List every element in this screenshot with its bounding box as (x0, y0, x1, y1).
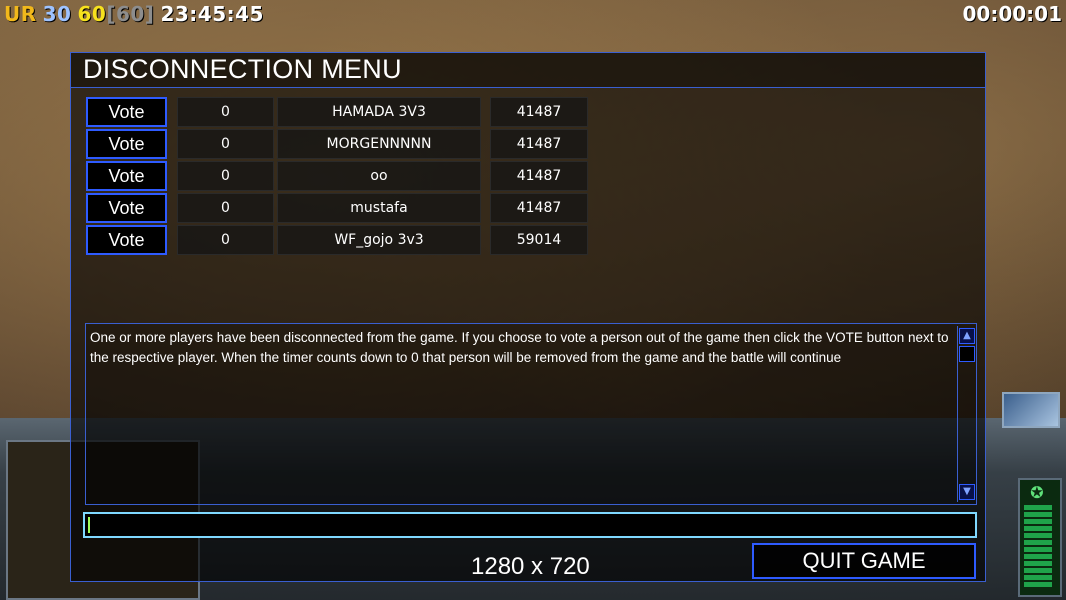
dialog-title: DISCONNECTION MENU (83, 54, 402, 84)
quit-game-button[interactable]: QUIT GAME (752, 543, 976, 579)
dialog-title-bar: DISCONNECTION MENU (71, 53, 985, 88)
message-box: One or more players have been disconnect… (85, 323, 977, 505)
satellite-icon (1002, 392, 1060, 428)
player-name: HAMADA 3V3 (277, 97, 481, 127)
chat-input[interactable] (83, 512, 977, 538)
player-name: MORGENNNNN (277, 129, 481, 159)
hud-clock: 23:45:45 (160, 2, 264, 26)
player-ping: 41487 (490, 97, 588, 127)
radar-icon: ✪ (1030, 483, 1044, 502)
hud-stats: UR 30 60[60] 23:45:45 (4, 2, 270, 26)
text-caret (88, 517, 90, 533)
resolution-label: 1280 x 720 (471, 553, 590, 580)
disconnection-dialog: DISCONNECTION MENU Vote 0 HAMADA 3V3 414… (70, 52, 986, 582)
vote-count: 0 (177, 97, 274, 127)
game-timer: 00:00:01 (962, 2, 1063, 26)
player-name: oo (277, 161, 481, 191)
player-name: WF_gojo 3v3 (277, 225, 481, 255)
vote-count: 0 (177, 161, 274, 191)
player-ping: 41487 (490, 129, 588, 159)
hud-fps-low: 30 (42, 2, 72, 26)
vote-count: 0 (177, 129, 274, 159)
vote-button[interactable]: Vote (86, 193, 167, 223)
hud-rank: UR (4, 2, 37, 26)
vote-button[interactable]: Vote (86, 225, 167, 255)
scroll-up-icon[interactable]: ▲ (959, 328, 975, 344)
player-ping: 41487 (490, 193, 588, 223)
vote-count: 0 (177, 225, 274, 255)
power-bars (1024, 505, 1052, 589)
hud-fps-cap: [60] (106, 2, 155, 26)
scrollbar[interactable]: ▲ ▼ (957, 326, 976, 502)
hud-fps-current: 60 (77, 2, 107, 26)
player-ping: 59014 (490, 225, 588, 255)
scroll-down-icon[interactable]: ▼ (959, 484, 975, 500)
disconnect-message: One or more players have been disconnect… (90, 330, 949, 365)
scroll-thumb[interactable] (959, 346, 975, 362)
vote-count: 0 (177, 193, 274, 223)
vote-button[interactable]: Vote (86, 97, 167, 127)
player-ping: 41487 (490, 161, 588, 191)
vote-button[interactable]: Vote (86, 129, 167, 159)
player-name: mustafa (277, 193, 481, 223)
vote-button[interactable]: Vote (86, 161, 167, 191)
